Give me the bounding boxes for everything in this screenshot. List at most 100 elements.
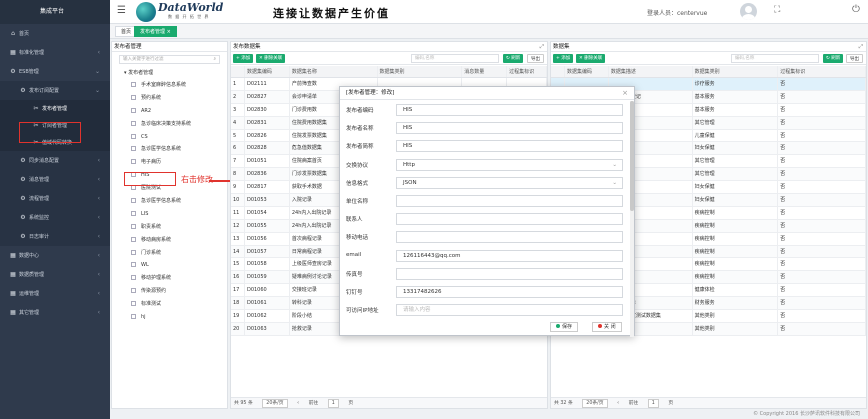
sidebar-item[interactable]: ⌂ 首页	[0, 24, 110, 43]
fullscreen-icon[interactable]: ⛶	[774, 5, 780, 15]
table-cell: 否	[778, 78, 866, 90]
sidebar-item[interactable]: ⚙ 日志审计 ‹	[0, 227, 110, 246]
tree-node[interactable]: 门诊系统	[112, 247, 227, 260]
column-header[interactable]: 数据集类别	[378, 66, 463, 77]
close-icon	[598, 324, 602, 328]
close-button[interactable]: 关 闭	[592, 322, 622, 332]
table-cell: 其它管理	[693, 155, 779, 168]
table-cell: D01056	[245, 232, 290, 245]
tree-node[interactable]: hj	[112, 311, 227, 324]
form-row: 钉钉号 13317482626	[346, 285, 630, 299]
refresh-button[interactable]: ↻ 刷新	[823, 54, 844, 63]
tree-node[interactable]: 预约系统	[112, 92, 227, 105]
tree-node[interactable]: WL	[112, 259, 227, 272]
add-button[interactable]: + 添加	[553, 54, 574, 63]
sidebar-item[interactable]: ⚙ 流程管理 ‹	[0, 189, 110, 208]
column-header[interactable]: 过程集标识	[778, 66, 866, 77]
export-button[interactable]: 导出	[846, 54, 863, 63]
sidebar-item[interactable]: ⚙ 发布订阅配置 ⌄	[0, 81, 110, 100]
column-header[interactable]	[231, 66, 245, 77]
sidebar-item-label: 流程管理	[29, 196, 50, 202]
text-field[interactable]: HIS	[396, 122, 623, 135]
tree-node[interactable]: 电子病历	[112, 156, 227, 169]
tree-node[interactable]: 急诊临床决策支持系统	[112, 118, 227, 131]
text-field[interactable]	[396, 231, 623, 244]
column-header[interactable]: 数据集类别	[693, 66, 779, 77]
ip-address-input[interactable]: 请输入内容	[396, 304, 623, 317]
file-icon	[131, 301, 136, 307]
panel-title: 数据集 ⤢	[551, 42, 866, 52]
text-field[interactable]: 13317482626	[396, 286, 623, 298]
column-header[interactable]: 数据集名称	[290, 66, 378, 77]
sidebar-item[interactable]: ⚙ 消息管理 ‹	[0, 170, 110, 189]
file-icon	[131, 249, 136, 255]
remove-relation-button[interactable]: ✕ 删除关联	[576, 54, 606, 63]
tree-root[interactable]: ▾ 发布者管理	[112, 67, 227, 79]
page-input[interactable]: 1	[327, 399, 339, 408]
column-header[interactable]: 消息数量	[462, 66, 508, 77]
close-icon[interactable]: ×	[622, 87, 628, 100]
text-field[interactable]	[396, 213, 623, 226]
page-input[interactable]: 1	[647, 399, 659, 408]
table-cell: D01054	[245, 206, 290, 219]
power-icon[interactable]: ⏻	[852, 4, 860, 15]
tree-node[interactable]: 手术室麻醉信息系统	[112, 79, 227, 92]
column-header[interactable]	[551, 66, 565, 77]
sidebar-item[interactable]: ⚙ 同步消息配置 ‹	[0, 151, 110, 170]
dataset-search-input[interactable]: 编码,名称	[731, 54, 819, 63]
file-icon	[131, 236, 136, 242]
sidebar-item[interactable]: ▦ 数据质管理 ‹	[0, 265, 110, 284]
refresh-button[interactable]: ↻ 刷新	[503, 54, 524, 63]
column-header[interactable]: 数据集编码	[245, 66, 290, 77]
select-field[interactable]: JSON ⌄	[396, 176, 623, 189]
prev-page-icon[interactable]: ‹	[297, 398, 299, 409]
sidebar-item[interactable]: ▦ 运维管理 ‹	[0, 284, 110, 303]
tab-publisher-manage[interactable]: 发布者管理 ×	[134, 26, 177, 37]
page-size-select[interactable]: 20条/页	[262, 399, 288, 408]
expand-icon[interactable]: ⤢	[540, 42, 544, 52]
tree-node[interactable]: LIS	[112, 208, 227, 221]
expand-icon[interactable]: ⤢	[859, 42, 863, 52]
table-cell: 否	[778, 219, 866, 232]
export-button[interactable]: 导出	[527, 54, 544, 63]
text-field[interactable]	[396, 195, 623, 207]
file-icon	[131, 120, 136, 126]
select-field[interactable]: Http ⌄	[396, 158, 623, 171]
tree-node[interactable]: 移动护理系统	[112, 272, 227, 285]
sidebar-item[interactable]: ✂ 发布者管理	[0, 100, 110, 117]
tree-node-label: 医院测试	[141, 185, 162, 192]
save-button[interactable]: 保存	[550, 322, 579, 332]
sidebar-item[interactable]: ▦ 标准化管理 ‹	[0, 43, 110, 62]
tree-node[interactable]: 传染源预约	[112, 285, 227, 298]
dialog-scrollbar[interactable]	[630, 101, 634, 337]
tree-node[interactable]: AR2	[112, 105, 227, 118]
sidebar-item[interactable]: ▦ 数据中心 ‹	[0, 246, 110, 265]
avatar[interactable]	[740, 3, 757, 20]
tree-node[interactable]: 急诊医学信息系统	[112, 143, 227, 156]
column-header[interactable]: 数据集编码	[565, 66, 609, 77]
column-header[interactable]: 过程集标识	[507, 66, 547, 77]
tree-node[interactable]: 标准测试	[112, 298, 227, 311]
tree-node[interactable]: 移动病房系统	[112, 234, 227, 247]
dataset-search-input[interactable]: 编码,名称	[411, 54, 499, 63]
hamburger-icon[interactable]: ☰	[117, 5, 126, 16]
prev-page-icon[interactable]: ‹	[617, 398, 619, 409]
page-size-select[interactable]: 20条/页	[582, 399, 608, 408]
tree-filter-input[interactable]: 输入关键字进行过滤 ⌕	[119, 55, 220, 64]
tree-node[interactable]: 急诊医学信息系统	[112, 195, 227, 208]
grid-icon: ▦	[10, 271, 16, 278]
sidebar-item[interactable]: ▦ 其它管理 ‹	[0, 303, 110, 322]
sidebar-item[interactable]: ⚙ 系统监控 ‹	[0, 208, 110, 227]
text-field[interactable]	[396, 267, 623, 280]
text-field[interactable]: 126116443@qq.com	[396, 249, 623, 262]
sidebar-item[interactable]: ⚙ ESB管理 ⌄	[0, 62, 110, 81]
tab-bar: 首页 发布者管理 ×	[110, 24, 868, 39]
table-cell: 否	[778, 103, 866, 116]
add-button[interactable]: + 添加	[233, 54, 254, 63]
tree-node[interactable]: CS	[112, 131, 227, 144]
text-field[interactable]: HIS	[396, 104, 623, 116]
text-field[interactable]: HIS	[396, 140, 623, 153]
remove-relation-button[interactable]: ✕ 删除关联	[256, 54, 286, 63]
tree-node[interactable]: 职责系统	[112, 221, 227, 234]
column-header[interactable]: 数据集描述	[609, 66, 693, 77]
